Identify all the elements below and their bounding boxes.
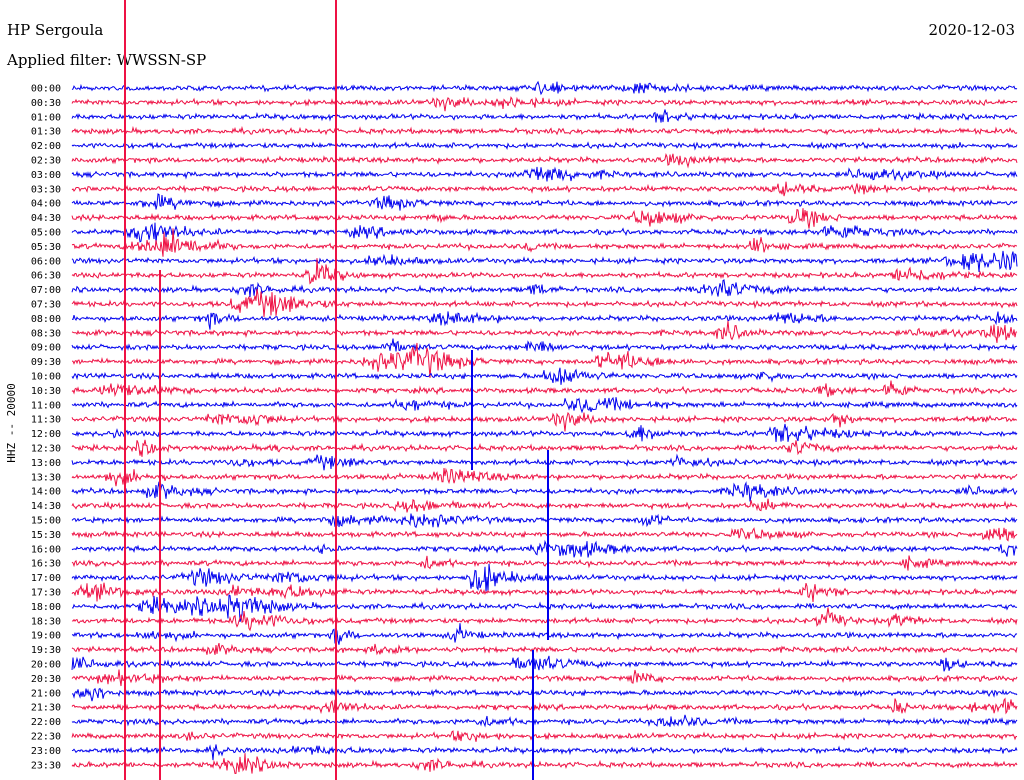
trace-row	[71, 222, 1018, 244]
trace-row	[71, 594, 1018, 622]
trace-row	[71, 527, 1018, 542]
row-label: 23:00	[31, 746, 61, 757]
row-label: 06:30	[31, 271, 61, 282]
trace-row	[71, 669, 1018, 687]
row-label: 03:30	[31, 184, 61, 195]
trace-row	[71, 166, 1018, 183]
trace-row	[71, 193, 1018, 211]
row-label: 12:00	[31, 429, 61, 440]
row-label: 18:30	[31, 616, 61, 627]
trace-row	[71, 411, 1018, 432]
y-axis-label: HHZ -- 20000	[5, 383, 18, 462]
row-label: 10:00	[31, 372, 61, 383]
row-labels: 00:00 00:30 01:00 01:30 02:00 02:30 03:00 03:30…	[31, 84, 61, 772]
row-label: 14:30	[31, 501, 61, 512]
trace-row	[71, 288, 1018, 317]
row-label: 09:00	[31, 343, 61, 354]
row-label: 17:30	[31, 588, 61, 599]
row-label: 01:00	[31, 112, 61, 123]
trace-row	[71, 655, 1018, 672]
row-label: 07:30	[31, 300, 61, 311]
row-label: 16:00	[31, 544, 61, 555]
row-label: 04:30	[31, 213, 61, 224]
trace-row	[71, 141, 1018, 151]
trace-row	[71, 555, 1018, 571]
row-label: 22:00	[31, 717, 61, 728]
row-label: 12:30	[31, 444, 61, 455]
row-label: 23:30	[31, 760, 61, 771]
trace-row	[71, 539, 1018, 558]
traces	[71, 80, 1018, 775]
trace-row	[71, 582, 1018, 602]
row-label: 02:30	[31, 156, 61, 167]
row-label: 05:00	[31, 228, 61, 239]
row-label: 21:00	[31, 688, 61, 699]
trace-row	[71, 453, 1018, 471]
row-label: 17:00	[31, 573, 61, 584]
row-label: 13:00	[31, 458, 61, 469]
row-label: 15:00	[31, 516, 61, 527]
trace-row	[71, 439, 1018, 457]
row-label: 21:30	[31, 703, 61, 714]
row-label: 05:30	[31, 242, 61, 253]
trace-row	[71, 396, 1018, 414]
row-label: 16:30	[31, 559, 61, 570]
row-label: 15:30	[31, 530, 61, 541]
row-label: 22:30	[31, 732, 61, 743]
row-label: 06:00	[31, 256, 61, 267]
trace-row	[72, 423, 1018, 442]
trace-row	[71, 481, 1018, 502]
trace-row	[71, 125, 1018, 136]
row-label: 04:00	[31, 199, 61, 210]
row-label: 19:30	[31, 645, 61, 656]
row-label: 09:30	[31, 357, 61, 368]
row-label: 19:00	[31, 631, 61, 642]
trace-row	[71, 623, 1018, 645]
trace-row	[71, 311, 1018, 330]
trace-row	[71, 181, 1018, 197]
row-label: 07:00	[31, 285, 61, 296]
trace-row	[71, 208, 1018, 229]
trace-row	[71, 730, 1018, 742]
trace-row	[71, 513, 1018, 529]
trace-row	[71, 320, 1018, 343]
row-label: 20:00	[31, 660, 61, 671]
trace-row	[71, 250, 1018, 272]
trace-row	[71, 367, 1018, 385]
row-label: 03:00	[31, 170, 61, 181]
row-label: 00:00	[31, 84, 61, 95]
trace-row	[71, 714, 1018, 728]
row-label: 08:00	[31, 314, 61, 325]
trace-row	[71, 279, 1018, 297]
trace-row	[71, 152, 1018, 169]
row-label: 18:00	[31, 602, 61, 613]
helicorder-plot: HHZ -- 20000 00:00 00:30 01:00 01:30 02:00 02…	[5, 0, 1018, 780]
row-label: 13:30	[31, 472, 61, 483]
row-label: 08:30	[31, 328, 61, 339]
row-label: 20:30	[31, 674, 61, 685]
row-label: 11:30	[31, 415, 61, 426]
row-label: 00:30	[31, 98, 61, 109]
trace-row	[71, 338, 1018, 353]
trace-row	[71, 380, 1018, 398]
trace-row	[71, 642, 1018, 656]
trace-row	[71, 109, 1018, 123]
trace-row	[71, 96, 1018, 112]
row-label: 02:00	[31, 141, 61, 152]
trace-row	[71, 80, 1018, 96]
row-label: 11:00	[31, 400, 61, 411]
row-label: 14:00	[31, 487, 61, 498]
row-label: 01:30	[31, 127, 61, 138]
trace-row	[71, 467, 1018, 487]
trace-row	[71, 563, 1018, 593]
y-axis-label-group: HHZ -- 20000	[5, 383, 18, 462]
trace-row	[71, 744, 1018, 761]
trace-row	[72, 687, 1018, 702]
trace-row	[71, 697, 1018, 717]
trace-row	[71, 498, 1018, 513]
row-label: 10:30	[31, 386, 61, 397]
